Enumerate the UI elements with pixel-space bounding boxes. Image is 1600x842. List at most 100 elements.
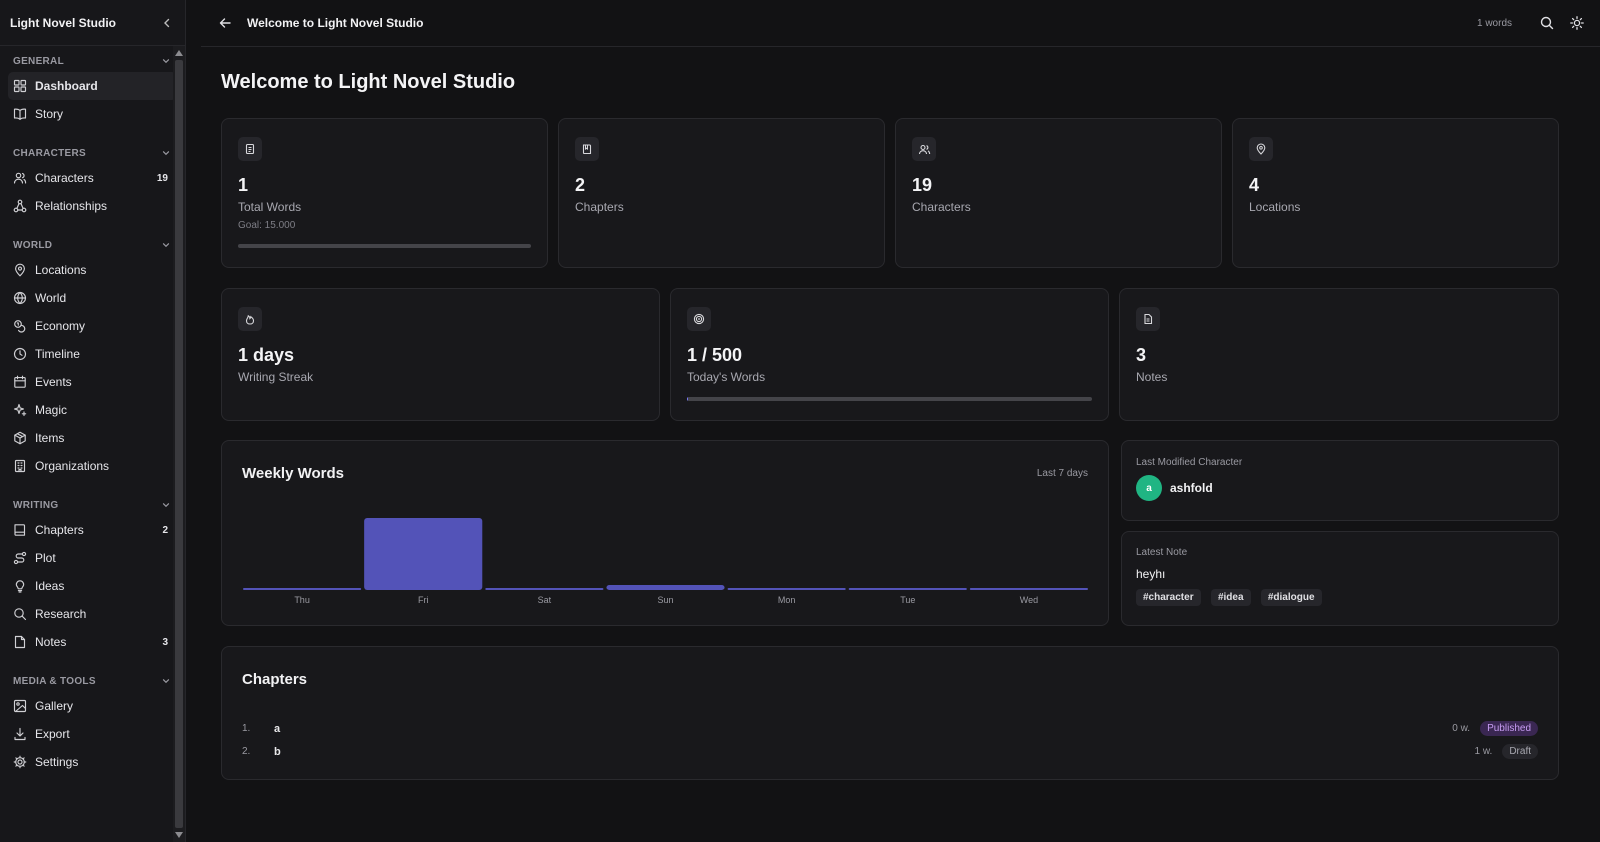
sidebar-section-general: GENERAL Dashboard Story (0, 46, 185, 138)
stat-value: 2 (575, 175, 586, 195)
sidebar-section-header[interactable]: WORLD (8, 236, 177, 254)
image-icon (13, 699, 27, 713)
sidebar-item-label: Research (35, 607, 87, 621)
sidebar-item-label: Organizations (35, 459, 110, 473)
sidebar-item-characters[interactable]: Characters 19 (8, 164, 177, 192)
note-tags: #character #idea #dialogue (1136, 589, 1329, 606)
x-tick-label: Sat (538, 595, 552, 605)
stat-card-total-words: 1 Total Words Goal: 15.000 (221, 118, 548, 268)
sidebar-item-economy[interactable]: Economy (8, 312, 177, 340)
route-icon (13, 551, 27, 565)
map-pin-icon (1249, 137, 1273, 161)
globe-icon (13, 291, 27, 305)
stat-value: 1 days (238, 345, 295, 365)
bar-sat (485, 588, 604, 590)
collapse-sidebar-icon[interactable] (159, 15, 175, 31)
chapters-list: 1. a 0 w. Published 2. b 1 w. Draft (242, 717, 1538, 763)
chapter-number: 2. (242, 746, 251, 757)
sidebar-item-label: Settings (35, 755, 79, 769)
sidebar-item-timeline[interactable]: Timeline (8, 340, 177, 368)
sidebar-item-label: Characters (35, 171, 94, 185)
sidebar-item-story[interactable]: Story (8, 100, 177, 128)
sidebar-item-magic[interactable]: Magic (8, 396, 177, 424)
stat-card-todays-words: 1 / 500 Today's Words (670, 288, 1109, 421)
sidebar-section-title: MEDIA & TOOLS (13, 675, 96, 687)
sidebar-item-label: Story (35, 107, 64, 121)
sidebar-item-world[interactable]: World (8, 284, 177, 312)
dashboard-heading: Welcome to Light Novel Studio (221, 71, 516, 93)
sidebar-item-research[interactable]: Research (8, 600, 177, 628)
note-tag[interactable]: #idea (1210, 589, 1251, 606)
sidebar-section-characters: CHARACTERS Characters 19 Relationships (0, 138, 185, 230)
sidebar-section-media-tools: MEDIA & TOOLS Gallery Export Settings (0, 666, 185, 786)
chapter-name: b (274, 745, 281, 758)
sticky-note-icon (13, 635, 27, 649)
sidebar-item-label: Timeline (35, 347, 80, 361)
sidebar-section-header[interactable]: MEDIA & TOOLS (8, 672, 177, 690)
sidebar-item-label: Locations (35, 263, 87, 277)
sidebar-section-writing: WRITING Chapters 2 Plot Ideas Research Notes 3 (0, 490, 185, 666)
sun-theme-icon[interactable] (1568, 14, 1586, 32)
sidebar-item-notes[interactable]: Notes 3 (8, 628, 177, 656)
sidebar-item-count: 19 (156, 172, 168, 184)
chapter-number: 1. (242, 723, 251, 734)
stat-card-writing-streak: 1 days Writing Streak (221, 288, 660, 421)
back-arrow-icon[interactable] (215, 13, 235, 33)
chapter-row[interactable]: 1. a 0 w. Published (242, 717, 1538, 740)
latest-note-label: Latest Note (1136, 547, 1188, 558)
search-icon[interactable] (1538, 14, 1556, 32)
sidebar-item-settings[interactable]: Settings (8, 748, 177, 776)
sidebar-item-label: Notes (35, 635, 67, 649)
app-name: Light Novel Studio (10, 15, 116, 30)
gear-icon (13, 755, 27, 769)
sidebar-item-events[interactable]: Events (8, 368, 177, 396)
sparkles-icon (13, 403, 27, 417)
sidebar-nav: GENERAL Dashboard Story CHARACTERS Character… (0, 46, 185, 842)
last-character-link[interactable]: a ashfold (1136, 475, 1213, 501)
stat-label: Notes (1136, 370, 1168, 384)
bar-fri (364, 518, 483, 590)
stat-label: Chapters (575, 200, 624, 214)
sidebar-item-export[interactable]: Export (8, 720, 177, 748)
stat-label: Today's Words (687, 370, 766, 384)
sidebar-section-title: CHARACTERS (13, 147, 86, 159)
sidebar-section-title: WORLD (13, 239, 53, 251)
chapter-row[interactable]: 2. b 1 w. Draft (242, 740, 1538, 763)
sidebar-item-label: Items (35, 431, 65, 445)
book-icon (13, 107, 27, 121)
bar-tue (848, 588, 967, 590)
chevron-down-icon (160, 55, 172, 67)
scroll-down-icon[interactable] (175, 832, 183, 838)
sidebar-section-header[interactable]: WRITING (8, 496, 177, 514)
stat-card-notes: 3 Notes (1119, 288, 1559, 421)
scrollbar-thumb[interactable] (175, 60, 183, 828)
sidebar-item-relationships[interactable]: Relationships (8, 192, 177, 220)
stat-label: Characters (912, 200, 971, 214)
sidebar-header: Light Novel Studio (0, 0, 185, 46)
sidebar-section-title: WRITING (13, 499, 59, 511)
sidebar-item-gallery[interactable]: Gallery (8, 692, 177, 720)
note-tag[interactable]: #character (1136, 589, 1201, 606)
sidebar-scrollbar[interactable] (173, 46, 185, 842)
daily-goal-progress (687, 397, 1092, 401)
sidebar-section-header[interactable]: GENERAL (8, 52, 177, 70)
sidebar-section-header[interactable]: CHARACTERS (8, 144, 177, 162)
document-icon (238, 137, 262, 161)
sidebar-item-organizations[interactable]: Organizations (8, 452, 177, 480)
sidebar-item-ideas[interactable]: Ideas (8, 572, 177, 600)
note-tag[interactable]: #dialogue (1260, 589, 1322, 606)
sidebar-item-plot[interactable]: Plot (8, 544, 177, 572)
sidebar-item-dashboard[interactable]: Dashboard (8, 72, 177, 100)
stat-label: Writing Streak (238, 370, 314, 384)
bar-thu (243, 588, 362, 590)
sidebar-item-label: Chapters (35, 523, 84, 537)
sidebar-item-items[interactable]: Items (8, 424, 177, 452)
scroll-up-icon[interactable] (175, 50, 183, 56)
stat-card-characters: 19 Characters (895, 118, 1222, 268)
sidebar-item-locations[interactable]: Locations (8, 256, 177, 284)
building-icon (13, 459, 27, 473)
latest-note-text[interactable]: heyhı (1136, 567, 1165, 581)
sidebar-item-chapters[interactable]: Chapters 2 (8, 516, 177, 544)
search-icon (13, 607, 27, 621)
book-open-icon (13, 523, 27, 537)
